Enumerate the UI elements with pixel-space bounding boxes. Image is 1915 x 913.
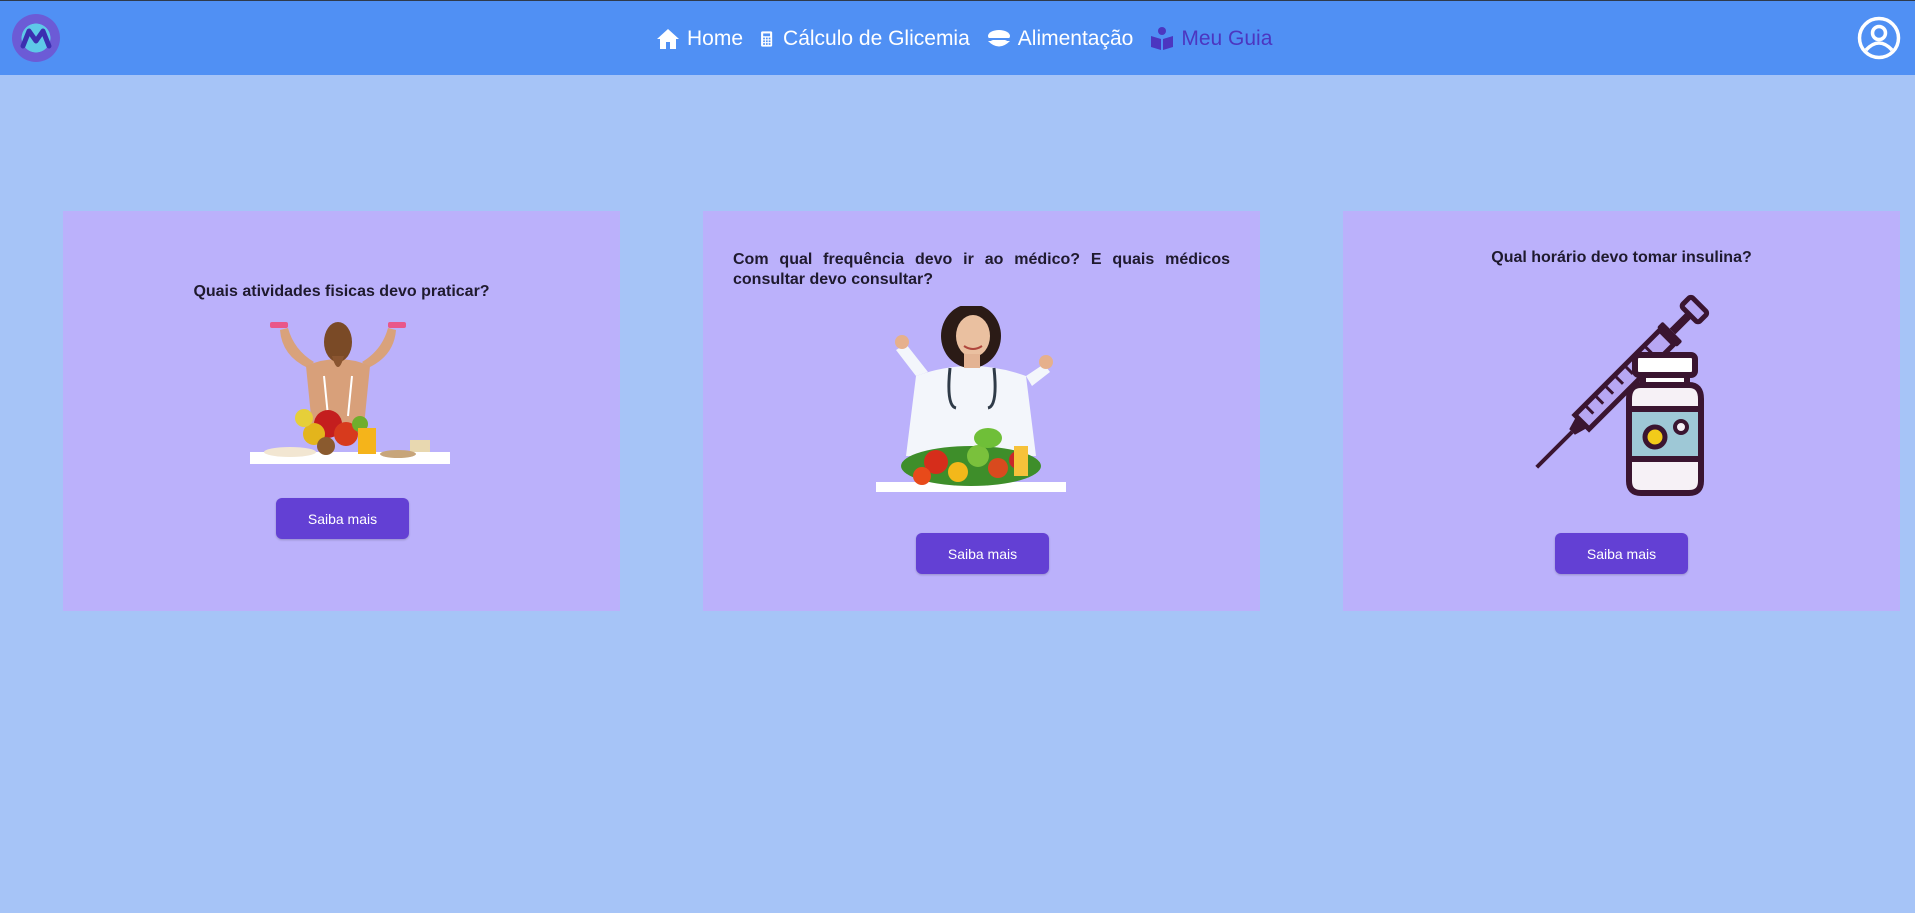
card-title: Com qual frequência devo ir ao médico? E… (733, 251, 1230, 288)
calculator-icon (761, 31, 773, 47)
nav-glicemia-label: Cálculo de Glicemia (783, 27, 970, 50)
bowl-icon (987, 30, 1010, 47)
book-reader-icon (1151, 27, 1174, 50)
syringe-and-insulin-vial-icon (1535, 294, 1710, 496)
home-icon (657, 29, 679, 49)
user-profile-icon[interactable] (1857, 16, 1901, 60)
nav-home-label: Home (687, 27, 744, 50)
saiba-mais-button[interactable]: Saiba mais (916, 533, 1049, 574)
nav-glicemia[interactable]: Cálculo de Glicemia (759, 26, 970, 52)
card-title: Quais atividades fisicas devo praticar? (193, 283, 490, 300)
nav-meu-guia-label: Meu Guia (1181, 27, 1273, 50)
saiba-mais-button[interactable]: Saiba mais (276, 498, 409, 539)
nav-meu-guia[interactable]: Meu Guia (1149, 26, 1272, 52)
card-frequencia-medico: Com qual frequência devo ir ao médico? E… (703, 211, 1260, 611)
fitness-woman-with-fruits-image (250, 322, 450, 464)
top-navbar: Home Cálculo de Glicemia Alimentação Meu… (0, 0, 1915, 75)
saiba-mais-button[interactable]: Saiba mais (1555, 533, 1688, 574)
card-title: Qual horário devo tomar insulina? (1491, 249, 1752, 266)
nav-alimentacao-label: Alimentação (1017, 27, 1134, 50)
main-nav: Home Cálculo de Glicemia Alimentação Meu… (655, 21, 1288, 57)
card-horario-insulina: Qual horário devo tomar insulina? Saiba … (1343, 211, 1900, 611)
logo-mark-icon (20, 28, 52, 49)
nav-home[interactable]: Home (655, 26, 743, 52)
nav-alimentacao[interactable]: Alimentação (986, 26, 1134, 52)
doctor-with-vegetables-image (876, 306, 1066, 492)
app-logo[interactable] (12, 14, 60, 62)
card-atividades-fisicas: Quais atividades fisicas devo praticar? … (63, 211, 620, 611)
